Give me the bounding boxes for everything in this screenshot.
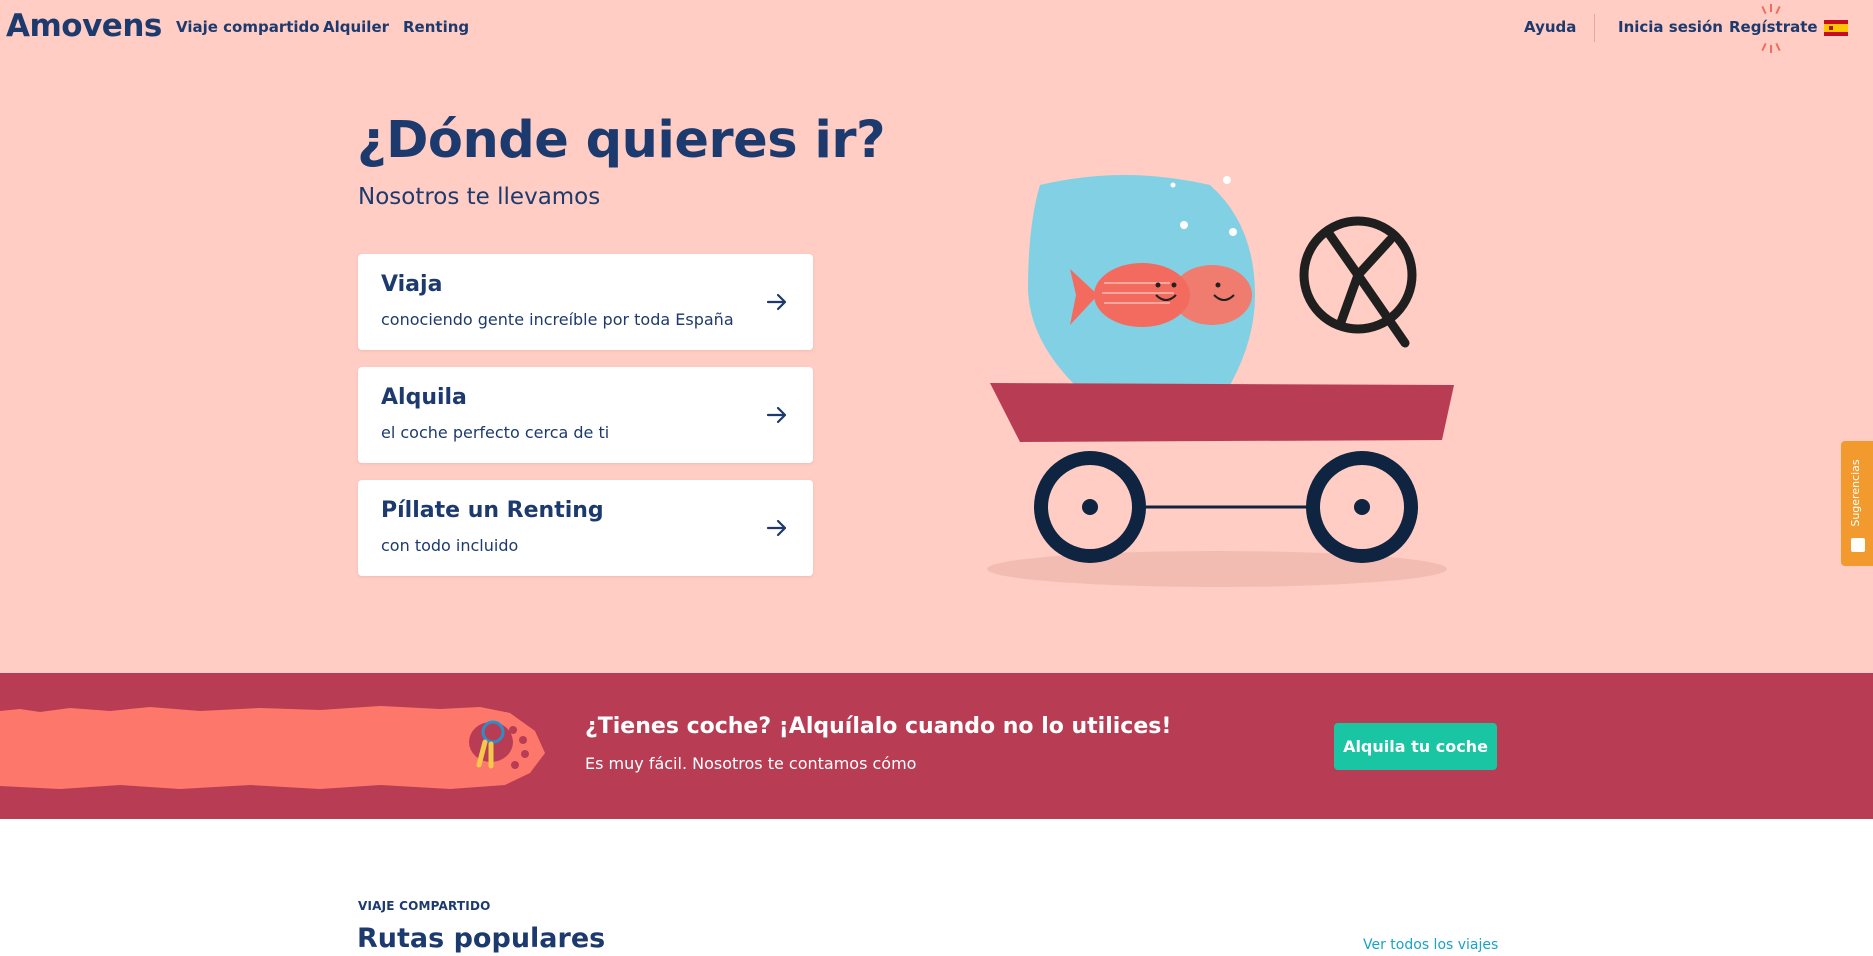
feedback-tab[interactable]: Sugerencias <box>1841 441 1873 566</box>
rent-your-car-banner: ¿Tienes coche? ¡Alquílalo cuando no lo u… <box>0 673 1873 819</box>
card-description: conociendo gente increíble por toda Espa… <box>381 310 734 329</box>
card-description: el coche perfecto cerca de ti <box>381 423 610 442</box>
arrow-right-icon <box>766 406 787 424</box>
feedback-chat-icon <box>1851 538 1865 552</box>
section-title: Rutas populares <box>357 923 606 954</box>
section-eyebrow: VIAJE COMPARTIDO <box>358 899 491 913</box>
hero-title: ¿Dónde quieres ir? <box>357 111 886 170</box>
amovens-logo[interactable]: Amovens <box>6 4 162 48</box>
spain-flag-icon[interactable] <box>1824 20 1848 36</box>
card-viaja[interactable]: Viaja conociendo gente increíble por tod… <box>358 254 813 350</box>
nav-alquiler[interactable]: Alquiler <box>323 17 389 37</box>
card-title: Píllate un Renting <box>381 498 604 523</box>
card-title: Alquila <box>381 385 467 410</box>
nav-viaje-compartido[interactable]: Viaje compartido <box>176 17 320 37</box>
hero-section: Amovens Viaje compartido Alquiler Rentin… <box>0 0 1873 673</box>
car-keys-icon <box>469 720 529 769</box>
arrow-right-icon <box>766 293 787 311</box>
banner-title: ¿Tienes coche? ¡Alquílalo cuando no lo u… <box>585 714 1172 739</box>
hero-subtitle: Nosotros te llevamos <box>358 184 601 210</box>
arrow-right-icon <box>766 519 787 537</box>
fishbowl-wagon-illustration <box>987 175 1454 587</box>
rent-your-car-button[interactable]: Alquila tu coche <box>1334 723 1497 770</box>
card-description: con todo incluido <box>381 536 519 555</box>
card-renting[interactable]: Píllate un Renting con todo incluido <box>358 480 813 576</box>
see-all-trips-link[interactable]: Ver todos los viajes <box>1363 937 1498 953</box>
nav-help-link[interactable]: Ayuda <box>1524 17 1576 37</box>
nav-login-link[interactable]: Inicia sesión <box>1618 17 1723 37</box>
nav-renting[interactable]: Renting <box>403 17 469 37</box>
feedback-tab-label: Sugerencias <box>1849 459 1862 527</box>
nav-register-link[interactable]: Regístrate <box>1729 17 1818 37</box>
card-title: Viaja <box>381 272 443 297</box>
nav-divider <box>1594 14 1595 42</box>
card-alquila[interactable]: Alquila el coche perfecto cerca de ti <box>358 367 813 463</box>
banner-subtitle: Es muy fácil. Nosotros te contamos cómo <box>585 754 917 773</box>
